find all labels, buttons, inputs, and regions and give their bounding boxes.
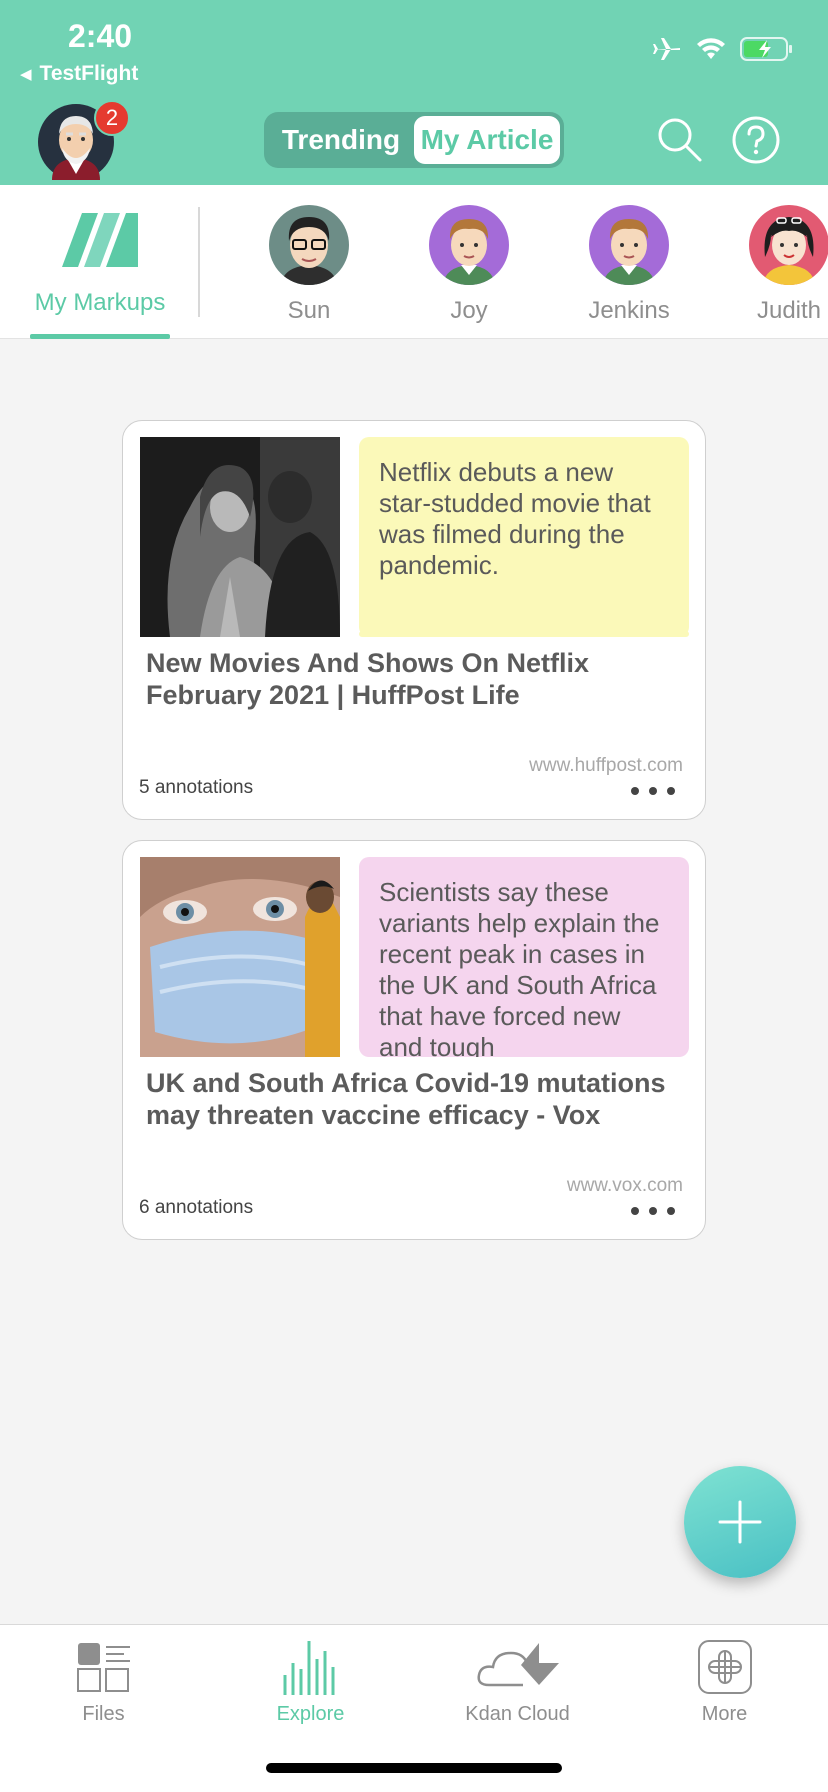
help-button[interactable] xyxy=(730,114,782,166)
avatar xyxy=(749,205,828,285)
tab-explore[interactable]: Explore xyxy=(207,1637,414,1726)
files-grid-icon xyxy=(76,1643,130,1692)
divider xyxy=(198,207,200,317)
avatar-glasses-man-icon xyxy=(269,205,349,285)
search-icon xyxy=(658,118,702,162)
couple-photo-image xyxy=(140,437,340,637)
article-title: New Movies And Shows On Netflix February… xyxy=(146,648,590,710)
user-avatar[interactable]: 2 xyxy=(38,100,130,180)
active-tab-underline xyxy=(30,334,170,339)
avatar xyxy=(429,205,509,285)
back-to-app-link[interactable]: ◀ TestFlight xyxy=(20,62,138,86)
article-card[interactable]: Netflix debuts a new star-studded movie … xyxy=(122,420,706,820)
plus-icon xyxy=(718,1500,762,1544)
tab-label: Files xyxy=(82,1703,125,1725)
kdan-cloud-icon xyxy=(476,1643,559,1687)
more-options-button[interactable] xyxy=(631,787,675,795)
tab-more[interactable]: More xyxy=(621,1637,828,1726)
annotation-note: Scientists say these variants help expla… xyxy=(359,857,689,1057)
avatar xyxy=(589,205,669,285)
avatar-man-icon xyxy=(589,205,669,285)
avatar xyxy=(269,205,349,285)
home-indicator xyxy=(266,1763,562,1773)
search-button[interactable] xyxy=(654,114,706,166)
tab-label: More xyxy=(701,1703,748,1725)
my-markups-label: My Markups xyxy=(34,289,166,316)
dot-icon xyxy=(649,787,657,795)
plus-square-icon xyxy=(697,1640,752,1694)
notification-badge: 2 xyxy=(94,100,130,136)
article-domain: www.vox.com xyxy=(566,1175,683,1196)
my-markups-tab[interactable]: My Markups xyxy=(30,185,170,339)
airplane-icon xyxy=(653,38,680,60)
tab-label: Kdan Cloud xyxy=(465,1703,570,1725)
tab-files[interactable]: Files xyxy=(0,1637,207,1726)
article-title: UK and South Africa Covid-19 mutations m… xyxy=(146,1068,666,1130)
wifi-icon xyxy=(697,38,725,59)
person-name: Jenkins xyxy=(588,297,670,324)
annotation-count: 5 annotations xyxy=(139,777,254,798)
person-jenkins[interactable]: Jenkins xyxy=(569,205,689,325)
status-time: 2:40 xyxy=(68,18,133,54)
person-name: Joy xyxy=(450,297,488,324)
dot-icon xyxy=(631,1207,639,1215)
article-segmented-control: Trending My Article xyxy=(264,112,564,168)
dot-icon xyxy=(649,1207,657,1215)
person-name: Sun xyxy=(287,297,331,324)
battery-charging-icon xyxy=(740,37,792,61)
dot-icon xyxy=(667,787,675,795)
status-icons xyxy=(652,36,794,62)
tab-label: Explore xyxy=(276,1703,345,1725)
more-options-button[interactable] xyxy=(631,1207,675,1215)
masked-face-photo-image xyxy=(140,857,340,1057)
person-name: Judith xyxy=(756,297,822,324)
article-domain: www.huffpost.com xyxy=(529,755,683,776)
annotation-note-edge xyxy=(359,631,689,637)
markups-logo-icon xyxy=(62,213,138,267)
person-judith[interactable]: Judith xyxy=(729,205,828,325)
explore-bars-icon xyxy=(283,1641,334,1695)
annotation-count: 6 annotations xyxy=(139,1197,254,1218)
tab-kdan-cloud[interactable]: Kdan Cloud xyxy=(414,1637,621,1726)
person-joy[interactable]: Joy xyxy=(409,205,529,325)
help-icon xyxy=(732,116,780,164)
annotation-note: Netflix debuts a new star-studded movie … xyxy=(359,437,689,637)
article-thumbnail xyxy=(140,857,340,1057)
back-triangle-icon: ◀ xyxy=(20,66,32,83)
dot-icon xyxy=(631,787,639,795)
article-card[interactable]: Scientists say these variants help expla… xyxy=(122,840,706,1240)
avatar-woman-icon xyxy=(749,205,828,285)
person-sun[interactable]: Sun xyxy=(249,205,369,325)
dot-icon xyxy=(667,1207,675,1215)
avatar-man-icon xyxy=(429,205,509,285)
article-thumbnail xyxy=(140,437,340,637)
tab-trending[interactable]: Trending xyxy=(268,116,414,164)
add-article-button[interactable] xyxy=(684,1466,796,1578)
header: 2:40 ◀ TestFlight 2 Trending My Article xyxy=(0,0,828,185)
back-app-label: TestFlight xyxy=(39,62,139,85)
people-filter-row: My Markups Sun Joy Jenkins Judith xyxy=(0,185,828,339)
tab-my-article[interactable]: My Article xyxy=(414,116,560,164)
